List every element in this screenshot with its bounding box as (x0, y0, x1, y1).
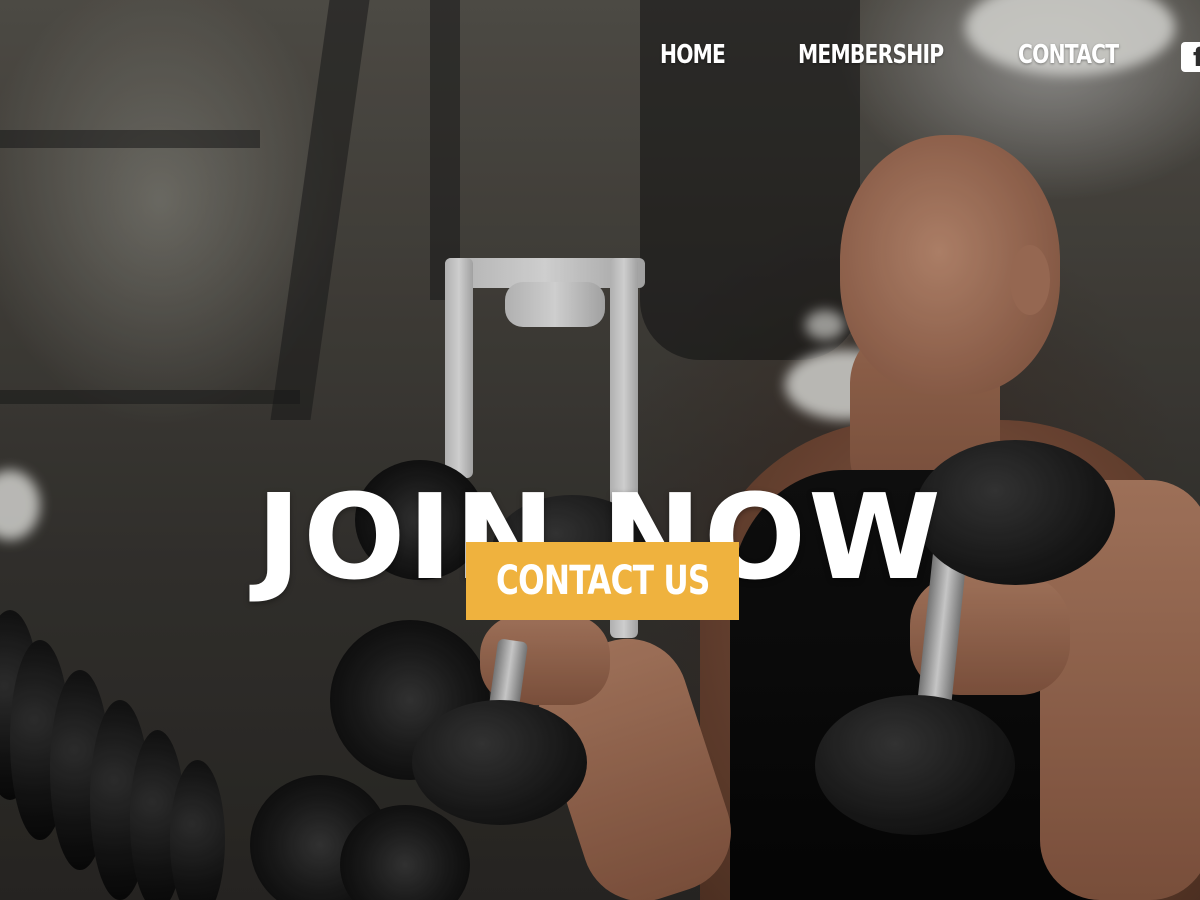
main-navigation: HOME MEMBERSHIP CONTACT (0, 40, 1200, 80)
facebook-icon: f (1181, 42, 1200, 72)
hero-section: HOME MEMBERSHIP CONTACT f JOIN NOW CONTA… (0, 0, 1200, 900)
facebook-icon-glyph: f (1193, 43, 1200, 72)
nav-link-home[interactable]: HOME (660, 40, 726, 70)
nav-link-membership[interactable]: MEMBERSHIP (798, 40, 944, 70)
facebook-link[interactable]: f (1181, 42, 1200, 72)
nav-link-contact[interactable]: CONTACT (1018, 40, 1119, 70)
contact-us-button[interactable]: CONTACT US (466, 542, 739, 620)
contact-us-button-label: CONTACT US (496, 558, 710, 604)
darken-overlay (0, 0, 1200, 900)
